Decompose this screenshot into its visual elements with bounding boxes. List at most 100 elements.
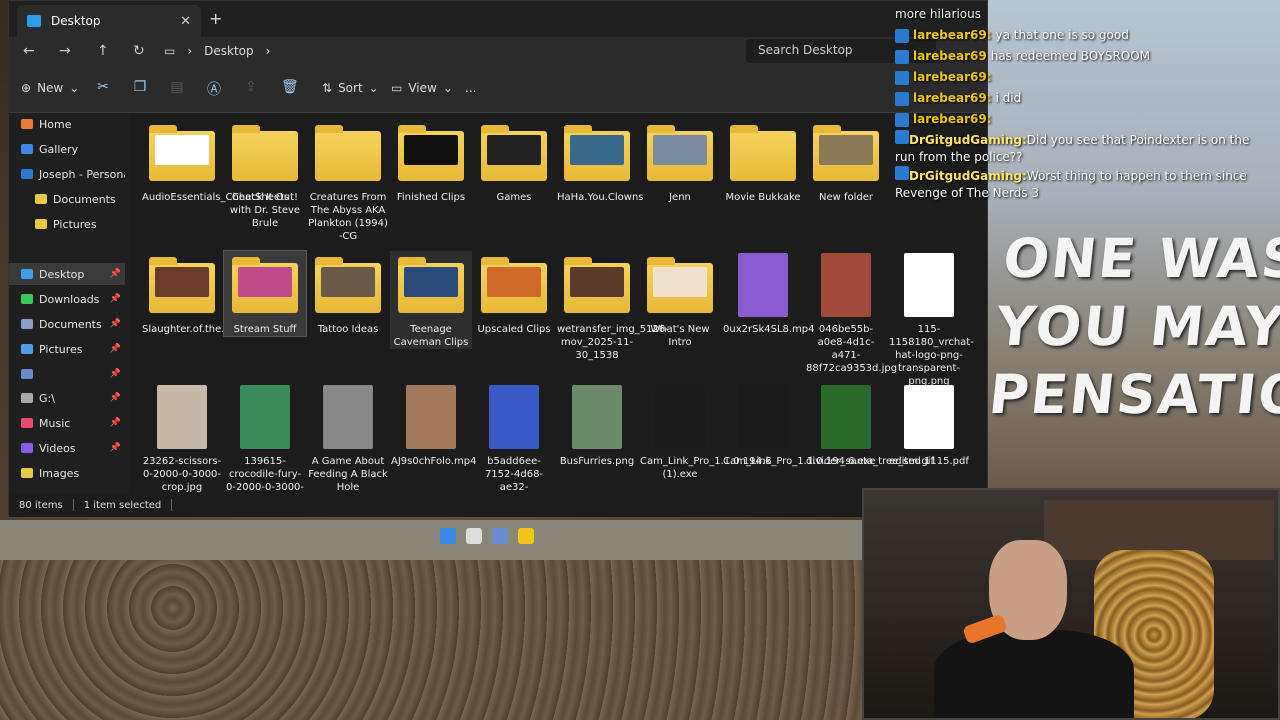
user-badge-icon <box>895 49 909 64</box>
folder-icon <box>27 15 41 27</box>
file-item[interactable]: b5add6ee-7152-4d68-ae32-5dd076dc6f05.jpg <box>473 383 555 493</box>
app-icon[interactable] <box>466 528 482 544</box>
sort-button[interactable]: ⇅ Sort ⌄ <box>322 81 379 95</box>
sidebar-item[interactable]: Pictures <box>9 213 125 235</box>
folder-item[interactable]: Check It Out! with Dr. Steve Brule <box>224 119 306 230</box>
breadcrumb-item[interactable]: Desktop <box>204 44 254 58</box>
sidebar-item[interactable]: Home <box>9 113 125 135</box>
file-name: HaHa.You.Clowns <box>557 192 644 203</box>
folder-item[interactable]: Finished Clips <box>390 119 472 204</box>
folder-icon <box>813 119 879 185</box>
pin-icon: 📌 <box>109 319 121 329</box>
folder-item[interactable]: Jenn <box>639 119 721 204</box>
folder-item[interactable]: Teenage Caveman Clips <box>390 251 472 349</box>
file-name: Slaughter.of.the.Innocents <box>142 324 274 335</box>
taskbar <box>440 528 534 544</box>
folder-item[interactable]: What's New Intro <box>639 251 721 349</box>
chevron-down-icon: ⌄ <box>69 81 80 95</box>
sidebar-item[interactable]: Gallery <box>9 138 125 160</box>
folder-icon <box>232 251 298 317</box>
app-icon[interactable] <box>492 528 508 544</box>
folder-icon <box>21 169 33 179</box>
folder-item[interactable]: Slaughter.of.the.Innocents <box>141 251 274 336</box>
sidebar-item[interactable]: 📌 <box>9 363 125 385</box>
file-item[interactable]: 046be55b-a0e8-4d1c-a471-88f72ca9353d.jpg <box>805 251 898 375</box>
sidebar-item[interactable]: Downloads 📌 <box>9 288 125 310</box>
tab-desktop[interactable]: Desktop ✕ <box>17 5 201 37</box>
folder-item[interactable]: Upscaled Clips <box>473 251 555 336</box>
sidebar-item[interactable]: Desktop 📌 <box>9 263 125 285</box>
file-item[interactable]: 115-1158180_vrchat-hat-logo-png-transpar… <box>888 251 974 388</box>
folder-item[interactable]: HaHa.You.Clowns <box>556 119 644 204</box>
file-thumbnail-icon <box>564 383 630 449</box>
folder-icon <box>21 294 33 304</box>
view-button[interactable]: ▭ View ⌄ <box>391 81 453 95</box>
file-item[interactable]: edited 1115.pdf <box>888 383 970 468</box>
folder-item[interactable]: wetransfer_img_5126-mov_2025-11-30_1538 <box>556 251 669 362</box>
folder-icon <box>21 443 33 453</box>
refresh-icon[interactable]: ↻ <box>133 43 145 59</box>
breadcrumb[interactable]: ▭ › Desktop › <box>164 39 724 63</box>
folder-icon <box>730 119 796 185</box>
folder-item[interactable]: Movie Bukkake <box>722 119 804 204</box>
more-options-button[interactable]: ... <box>465 81 476 95</box>
share-icon[interactable]: ⇪ <box>243 79 259 95</box>
cut-icon[interactable]: ✂ <box>95 79 111 95</box>
new-button[interactable]: ⊕ New ⌄ <box>21 81 79 95</box>
chat-message: larebear69: ya that one is so good <box>895 25 1275 46</box>
file-item[interactable]: divider_santa_tree_sm.gif <box>805 383 935 468</box>
delete-icon[interactable]: 🗑 <box>281 79 299 95</box>
rename-icon[interactable]: Ⓐ <box>206 79 222 98</box>
close-icon[interactable]: ✕ <box>180 14 191 29</box>
copy-icon[interactable]: ❐ <box>132 79 148 95</box>
folder-item[interactable]: AudioEssentials_CheatSheets <box>141 119 289 204</box>
sidebar-item[interactable]: Music 📌 <box>9 412 125 434</box>
sidebar-item-label: Images <box>39 466 80 480</box>
status-bar: 80 items 1 item selected <box>9 493 987 517</box>
sidebar-item[interactable]: G:\ 📌 <box>9 387 125 409</box>
file-item[interactable]: Cam_Link_Pro_1.1.0.194.6.exe <box>722 383 875 468</box>
sidebar-item[interactable]: Pictures 📌 <box>9 338 125 360</box>
file-name: 046be55b-a0e8-4d1c-a471-88f72ca9353d.jpg <box>806 324 898 374</box>
back-icon[interactable]: ← <box>23 43 35 59</box>
start-icon[interactable] <box>440 528 456 544</box>
sidebar-item[interactable]: Documents <box>9 188 125 210</box>
chat-username: larebear69: <box>913 28 992 42</box>
sidebar-item-label: Videos <box>39 441 76 455</box>
sign-line-1: ONE WAS <box>1000 227 1280 290</box>
folder-icon <box>35 194 47 204</box>
folder-item[interactable]: New folder <box>805 119 887 204</box>
up-icon[interactable]: ↑ <box>97 43 109 59</box>
file-name: Upscaled Clips <box>477 324 551 335</box>
file-item[interactable]: 0ux2rSk4SL8.mp4 <box>722 251 815 336</box>
chevron-right-icon: › <box>265 44 271 58</box>
folder-item[interactable]: Games <box>473 119 555 204</box>
sidebar-item[interactable]: Joseph - Personal <box>9 163 125 185</box>
sidebar-item[interactable]: Videos 📌 <box>9 437 125 459</box>
sidebar-item[interactable]: Images <box>9 462 125 484</box>
file-item[interactable]: A Game About Feeding A Black Hole <box>307 383 389 493</box>
sidebar-item[interactable]: Documents 📌 <box>9 313 125 335</box>
file-explorer-icon[interactable] <box>518 528 534 544</box>
stream-chat-overlay: more hilarious larebear69: ya that one is… <box>895 4 1275 214</box>
file-item[interactable]: AJ9s0chFolo.mp4 <box>390 383 476 468</box>
file-name: divider_santa_tree_sm.gif <box>806 456 935 467</box>
paste-icon[interactable]: ▤ <box>169 79 185 95</box>
file-name: Movie Bukkake <box>725 192 801 203</box>
forward-icon[interactable]: → <box>59 43 71 59</box>
folder-icon <box>647 251 713 317</box>
file-thumbnail-icon <box>896 251 962 317</box>
folder-item[interactable]: Stream Stuff <box>223 250 307 337</box>
folder-item[interactable]: Creatures From The Abyss AKA Plankton (1… <box>307 119 389 243</box>
file-item[interactable]: 139615-crocodile-fury-0-2000-0-3000-crop… <box>224 383 306 493</box>
file-item[interactable]: BusFurries.png <box>556 383 638 468</box>
file-item[interactable]: 23262-scissors-0-2000-0-3000-crop.jpg <box>141 383 223 493</box>
new-tab-icon[interactable]: + <box>209 9 222 28</box>
folder-icon <box>21 393 33 403</box>
folder-item[interactable]: Tattoo Ideas <box>307 251 389 336</box>
chat-text: ya that one is so good <box>995 28 1129 42</box>
pin-icon: 📌 <box>109 294 121 304</box>
user-badge-icon <box>895 112 909 127</box>
folder-icon <box>647 119 713 185</box>
file-item[interactable]: Cam_Link_Pro_1.1.0.194.6 (1).exe <box>639 383 771 481</box>
